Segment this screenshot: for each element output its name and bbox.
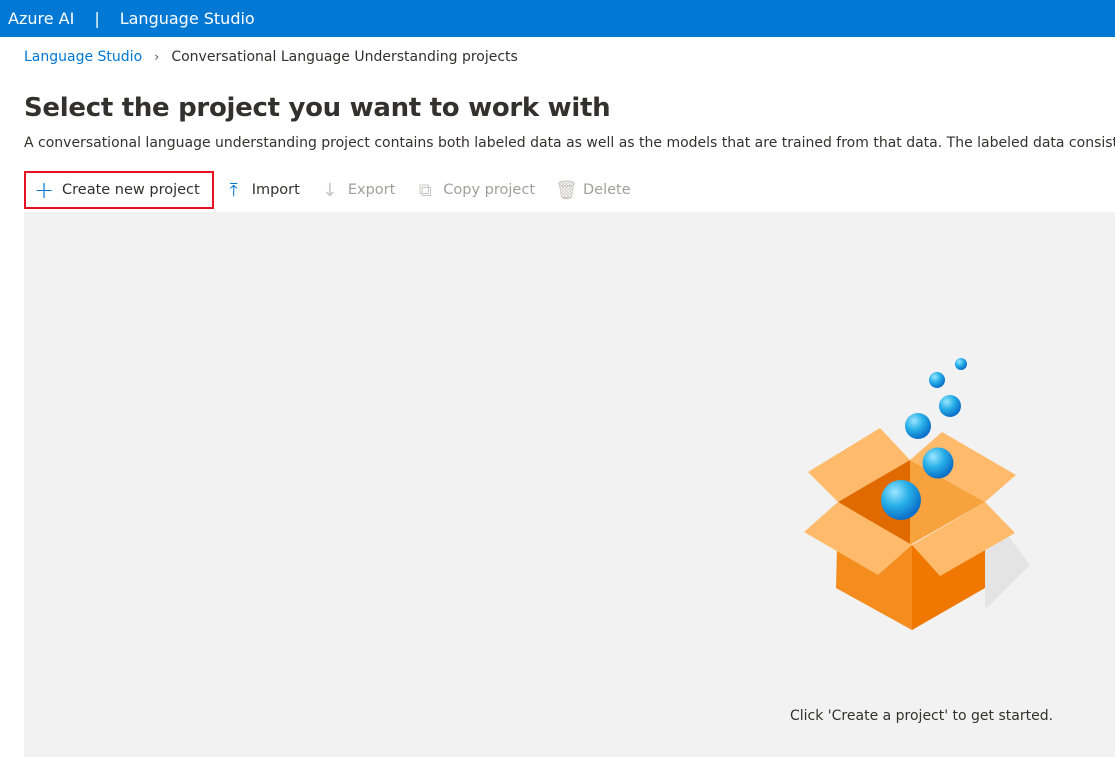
import-label: Import xyxy=(251,182,300,198)
upload-icon: ⤒ xyxy=(229,179,238,201)
plus-icon: + xyxy=(34,176,55,204)
chevron-right-icon: › xyxy=(154,49,160,65)
copy-icon: ⧉ xyxy=(418,179,432,201)
breadcrumb-current: Conversational Language Understanding pr… xyxy=(171,49,518,65)
breadcrumb: Language Studio › Conversational Languag… xyxy=(24,49,518,65)
brand-link[interactable]: Azure AI xyxy=(8,9,74,28)
create-label: Create new project xyxy=(62,182,200,198)
app-title[interactable]: Language Studio xyxy=(120,9,255,28)
top-bar: Azure AI | Language Studio xyxy=(0,0,1115,37)
export-label: Export xyxy=(347,182,396,198)
delete-button[interactable]: 🗑 Delete xyxy=(545,171,641,209)
copy-label: Copy project xyxy=(443,182,536,198)
page-description: A conversational language understanding … xyxy=(24,135,1115,151)
trash-icon: 🗑 xyxy=(555,179,578,201)
breadcrumb-root-link[interactable]: Language Studio xyxy=(24,49,142,65)
export-button[interactable]: ↓ Export xyxy=(310,171,405,209)
empty-state-message: Click 'Create a project' to get started. xyxy=(790,708,1054,724)
copy-project-button[interactable]: ⧉ Copy project xyxy=(405,171,545,209)
empty-box-illustration xyxy=(804,358,1030,630)
header-separator: | xyxy=(94,9,100,28)
delete-label: Delete xyxy=(583,182,631,198)
page-title: Select the project you want to work with xyxy=(24,93,611,123)
toolbar: + Create new project ⤒ Import ↓ Export ⧉… xyxy=(24,171,641,209)
import-button[interactable]: ⤒ Import xyxy=(214,171,310,209)
create-new-project-button[interactable]: + Create new project xyxy=(24,171,214,209)
download-icon: ↓ xyxy=(322,179,338,201)
